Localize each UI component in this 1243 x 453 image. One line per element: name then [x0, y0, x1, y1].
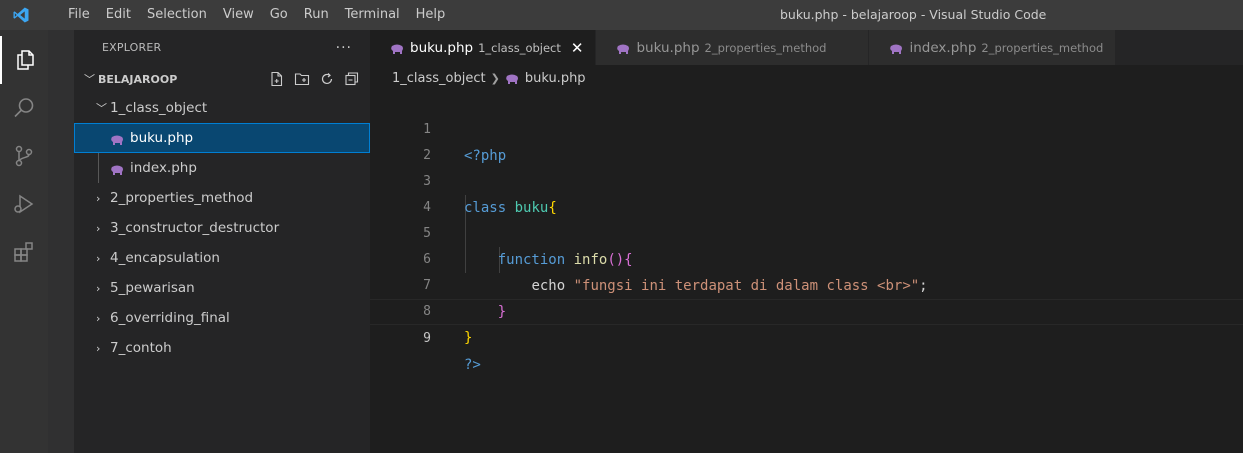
tab-buku-php-2[interactable]: buku.php 2_properties_method [596, 30, 870, 65]
collapse-all-icon[interactable] [344, 71, 360, 87]
php-icon [889, 43, 903, 54]
code-text: ?> [464, 352, 481, 378]
tree-item-label: 7_contoh [110, 340, 172, 356]
chevron-right-icon: › [96, 191, 101, 205]
source-control-icon[interactable] [0, 132, 48, 180]
code-line: 1 <?php [370, 91, 1243, 164]
sidebar-strip [48, 30, 74, 453]
code-line-current: 9 ?> [370, 299, 1243, 373]
tab-name: index.php [909, 39, 977, 56]
new-file-icon[interactable] [269, 71, 285, 87]
explorer-header: EXPLORER ··· [74, 30, 370, 65]
code-line: 6 echo "fungsi ini terdapat di dalam cla… [370, 221, 1243, 294]
editor-tab-bar: buku.php 1_class_object ✕ buku.php 2_pro… [370, 30, 1243, 65]
code-line: 3 class buku{ [370, 143, 1243, 216]
chevron-down-icon: ﹀ [96, 102, 107, 115]
chevron-right-icon: › [96, 281, 101, 295]
code-line: 7 } [370, 247, 1243, 320]
folder-6-overriding-final[interactable]: › 6_overriding_final [74, 303, 370, 333]
workspace-name: BELAJAROOP [98, 72, 178, 86]
folder-7-contoh[interactable]: › 7_contoh [74, 333, 370, 363]
php-icon [505, 73, 519, 84]
tab-buku-php-1[interactable]: buku.php 1_class_object ✕ [370, 30, 597, 65]
code-line: 2 [370, 117, 1243, 163]
explorer-title: EXPLORER [102, 41, 162, 54]
menu-edit[interactable]: Edit [98, 0, 139, 30]
extensions-icon[interactable] [0, 228, 48, 276]
menu-selection[interactable]: Selection [139, 0, 215, 30]
tab-name: buku.php [636, 39, 700, 56]
code-line: 4 [370, 169, 1243, 215]
breadcrumb: 1_class_object ❯ buku.php [370, 65, 1243, 91]
breadcrumb-file[interactable]: buku.php [525, 71, 586, 86]
chevron-right-icon: ❯ [490, 71, 500, 85]
menu-help[interactable]: Help [408, 0, 454, 30]
folder-1-class-object[interactable]: ﹀ 1_class_object [74, 93, 370, 123]
vscode-logo-icon [0, 0, 60, 30]
menu-terminal[interactable]: Terminal [337, 0, 408, 30]
file-buku-php[interactable]: buku.php [74, 123, 370, 153]
tree-item-label: 2_properties_method [110, 190, 254, 206]
menu-go[interactable]: Go [262, 0, 296, 30]
chevron-down-icon: ﹀ [84, 73, 95, 86]
chevron-right-icon: › [96, 221, 101, 235]
code-line: 8 } [370, 273, 1243, 346]
folder-2-properties-method[interactable]: › 2_properties_method [74, 183, 370, 213]
menu-view[interactable]: View [215, 0, 262, 30]
explorer-toolbar [269, 71, 360, 87]
line-number: 9 [423, 331, 431, 346]
search-icon[interactable] [0, 84, 48, 132]
menu-file[interactable]: File [60, 0, 98, 30]
tree-item-label: index.php [130, 160, 197, 176]
breadcrumb-folder[interactable]: 1_class_object [392, 71, 486, 86]
tab-description: 2_properties_method [704, 40, 827, 55]
tab-name: buku.php [410, 39, 474, 56]
code-line: 5 function info(){ [370, 195, 1243, 268]
indent-guide [98, 153, 99, 183]
activity-bar [0, 30, 48, 453]
tab-index-php-2[interactable]: index.php 2_properties_method [869, 30, 1117, 65]
folder-3-constructor-destructor[interactable]: › 3_constructor_destructor [74, 213, 370, 243]
php-icon [110, 133, 124, 145]
php-close-tag: ?> [464, 357, 481, 373]
tree-item-label: 3_constructor_destructor [110, 220, 280, 236]
tree-item-label: 5_pewarisan [110, 280, 195, 296]
file-index-php[interactable]: index.php [74, 153, 370, 183]
chevron-right-icon: › [96, 341, 101, 355]
file-tree: ﹀ 1_class_object buku.php index.php › 2_… [74, 93, 370, 363]
explorer-sidebar: EXPLORER ··· ﹀ BELAJAROOP ﹀ 1_class_obje… [48, 30, 370, 453]
new-folder-icon[interactable] [294, 71, 310, 87]
tree-item-label: buku.php [130, 130, 194, 146]
tree-item-label: 1_class_object [110, 100, 208, 116]
tab-description: 1_class_object [478, 40, 561, 55]
tree-item-label: 6_overriding_final [110, 310, 230, 326]
menu-run[interactable]: Run [296, 0, 337, 30]
workspace-section-header[interactable]: ﹀ BELAJAROOP [74, 65, 370, 93]
refresh-icon[interactable] [319, 71, 335, 87]
title-bar: File Edit Selection View Go Run Terminal… [0, 0, 1243, 30]
menu-bar: File Edit Selection View Go Run Terminal… [60, 0, 453, 30]
chevron-right-icon: › [96, 311, 101, 325]
tab-description: 2_properties_method [981, 40, 1104, 55]
window-title: buku.php - belajaroop - Visual Studio Co… [780, 7, 1047, 22]
tree-item-label: 4_encapsulation [110, 250, 220, 266]
chevron-right-icon: › [96, 251, 101, 265]
php-icon [110, 163, 124, 175]
code-text: } [464, 330, 473, 346]
php-icon [390, 43, 404, 54]
files-icon[interactable] [0, 36, 48, 84]
run-debug-icon[interactable] [0, 180, 48, 228]
code-editor[interactable]: 1 <?php 2 3 class buku{ 4 5 function inf… [370, 91, 1243, 453]
close-icon[interactable]: ✕ [571, 39, 584, 57]
more-actions-button[interactable]: ··· [336, 40, 352, 56]
folder-5-pewarisan[interactable]: › 5_pewarisan [74, 273, 370, 303]
php-icon [616, 43, 630, 54]
folder-4-encapsulation[interactable]: › 4_encapsulation [74, 243, 370, 273]
